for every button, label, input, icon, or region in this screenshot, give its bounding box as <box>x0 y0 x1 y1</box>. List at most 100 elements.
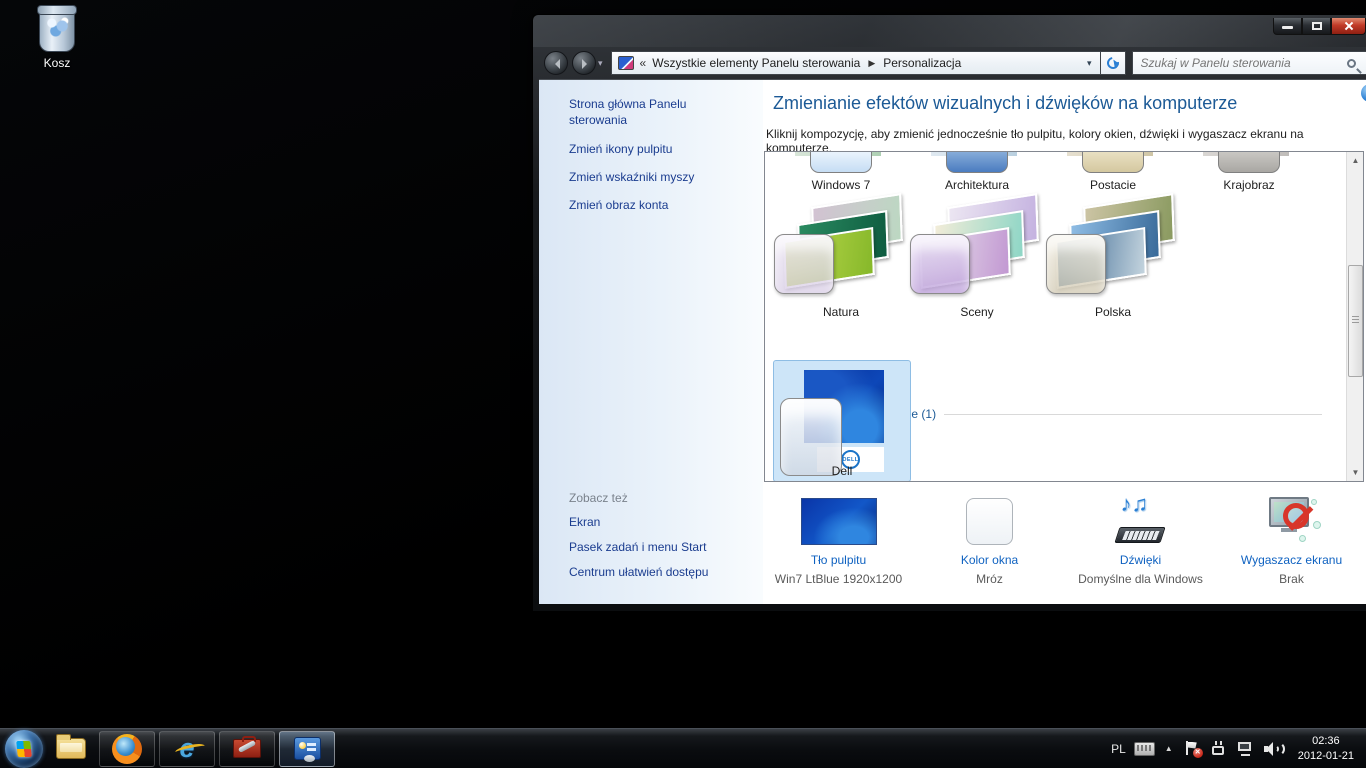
taskbar-explorer-button[interactable] <box>47 731 95 767</box>
action-center-error-badge: ✕ <box>1193 748 1203 758</box>
sidebar-item-display[interactable]: Ekran <box>539 515 763 529</box>
screensaver-link[interactable]: Wygaszacz ekranu <box>1216 553 1366 567</box>
window-client-area: Strona główna Panelu sterowania Zmień ik… <box>539 79 1366 604</box>
theme-label: Natura <box>773 305 909 319</box>
window-color-icon[interactable] <box>966 498 1013 545</box>
navigation-bar: ▾ « Wszystkie elementy Panelu sterowania… <box>533 47 1366 79</box>
start-button[interactable] <box>5 730 43 768</box>
breadcrumb-root[interactable]: Wszystkie elementy Panelu sterowania <box>652 56 860 70</box>
keyboard-layout-icon[interactable] <box>1134 742 1155 756</box>
sounds-value: Domyślne dla Windows <box>1065 572 1216 586</box>
sidebar-item-ease-of-access[interactable]: Centrum ułatwień dostępu <box>539 565 763 579</box>
desktop-background-icon[interactable] <box>801 498 877 545</box>
theme-list-scrollbar[interactable]: ▲ ▼ <box>1346 152 1363 481</box>
volume-icon[interactable] <box>1264 741 1284 757</box>
theme-thumbnail-polska <box>1048 200 1178 300</box>
theme-item[interactable]: Sceny <box>909 200 1045 319</box>
theme-label: Architektura <box>909 178 1045 192</box>
maximize-button[interactable] <box>1302 18 1331 35</box>
theme-item[interactable]: Polska <box>1045 200 1181 319</box>
theme-thumbnail-windows7 <box>810 152 872 173</box>
clock-date: 2012-01-21 <box>1298 749 1354 764</box>
screensaver-icon[interactable] <box>1265 495 1319 545</box>
sounds-link[interactable]: Dźwięki <box>1065 553 1216 567</box>
show-hidden-icons-button[interactable]: ▲ <box>1165 744 1173 753</box>
firefox-icon <box>112 734 142 764</box>
setting-screensaver: Wygaszacz ekranu Brak <box>1216 495 1366 586</box>
scroll-down-button[interactable]: ▼ <box>1347 464 1364 481</box>
internet-explorer-icon: e <box>179 733 194 764</box>
taskbar-toolbox-button[interactable] <box>219 731 275 767</box>
forward-button[interactable] <box>572 51 596 75</box>
theme-settings-row: Tło pulpitu Win7 LtBlue 1920x1200 Kolor … <box>763 495 1366 586</box>
sidebar: Strona główna Panelu sterowania Zmień ik… <box>539 80 763 604</box>
none-prohibited-icon <box>1283 503 1309 529</box>
breadcrumb-overflow[interactable]: « <box>640 56 647 70</box>
see-also-header: Zobacz też <box>539 491 763 505</box>
maximize-icon <box>1312 22 1322 30</box>
theme-thumbnail-krajobraz <box>1218 152 1280 173</box>
forward-icon <box>582 59 592 69</box>
sidebar-item-change-mouse-pointers[interactable]: Zmień wskaźniki myszy <box>539 170 763 184</box>
personalization-icon <box>618 56 634 70</box>
sidebar-item-taskbar-start-menu[interactable]: Pasek zadań i menu Start <box>539 540 763 554</box>
desktop: Kosz ▾ « Wszystkie elementy Panelu stero… <box>0 0 1366 768</box>
theme-thumbnail-natura <box>776 200 906 300</box>
sidebar-item-change-account-picture[interactable]: Zmień obraz konta <box>539 198 763 212</box>
taskbar-control-panel-button-active[interactable] <box>279 731 335 767</box>
scroll-up-button[interactable]: ▲ <box>1347 152 1364 169</box>
recycle-bin[interactable]: Kosz <box>22 8 92 70</box>
theme-item[interactable]: Postacie <box>1045 152 1181 192</box>
setting-desktop-background: Tło pulpitu Win7 LtBlue 1920x1200 <box>763 495 914 586</box>
search-icon[interactable] <box>1347 59 1356 68</box>
music-notes-icon: ♪♫ <box>1121 491 1149 517</box>
breadcrumb-current[interactable]: Personalizacja <box>883 56 961 70</box>
taskbar-internet-explorer-button[interactable]: e <box>159 731 215 767</box>
power-icon[interactable] <box>1211 741 1226 756</box>
minimize-button[interactable] <box>1273 18 1302 35</box>
action-center-icon[interactable]: ✕ <box>1185 741 1201 757</box>
theme-item-dell-selected[interactable]: DELL Dell <box>773 360 911 482</box>
taskbar-firefox-button[interactable] <box>99 731 155 767</box>
scrollbar-thumb[interactable] <box>1348 265 1363 377</box>
language-indicator[interactable]: PL <box>1111 742 1126 756</box>
system-tray: PL ▲ ✕ 02:36 2012-01-21 <box>1111 729 1366 768</box>
window-color-value: Mróz <box>914 572 1065 586</box>
theme-item[interactable]: Natura <box>773 200 909 319</box>
sidebar-item-change-desktop-icons[interactable]: Zmień ikony pulpitu <box>539 142 763 156</box>
sounds-icon[interactable]: ♪♫ <box>1115 495 1167 545</box>
back-icon <box>550 59 560 69</box>
refresh-button[interactable] <box>1101 51 1126 75</box>
back-button[interactable] <box>544 51 568 75</box>
taskbar: e PL ▲ ✕ 02:36 2012-01-21 <box>0 728 1366 768</box>
theme-thumbnail-postacie <box>1082 152 1144 173</box>
page-title: Zmienianie efektów wizualnych i dźwięków… <box>773 93 1237 114</box>
taskbar-clock[interactable]: 02:36 2012-01-21 <box>1298 734 1354 764</box>
close-button[interactable] <box>1331 18 1366 35</box>
theme-thumbnail-sceny <box>912 200 1042 300</box>
theme-label: Windows 7 <box>773 178 909 192</box>
address-bar[interactable]: « Wszystkie elementy Panelu sterowania ▶… <box>611 51 1101 75</box>
help-icon[interactable]: ? <box>1361 84 1366 102</box>
theme-label: Krajobraz <box>1181 178 1317 192</box>
theme-item[interactable]: Krajobraz <box>1181 152 1317 192</box>
address-dropdown-icon[interactable]: ▾ <box>1087 58 1092 69</box>
search-input[interactable] <box>1133 56 1347 70</box>
recent-pages-dropdown[interactable]: ▾ <box>598 58 603 69</box>
theme-item[interactable]: Windows 7 <box>773 152 909 192</box>
theme-item[interactable]: Architektura <box>909 152 1045 192</box>
window-color-link[interactable]: Kolor okna <box>914 553 1065 567</box>
explorer-folder-icon <box>56 738 86 759</box>
setting-sounds: ♪♫ Dźwięki Domyślne dla Windows <box>1065 495 1216 586</box>
theme-list: Windows 7 Architektura Postacie Kra <box>764 151 1364 482</box>
title-bar[interactable] <box>533 15 1366 47</box>
sidebar-item-control-panel-home[interactable]: Strona główna Panelu sterowania <box>539 96 719 128</box>
theme-label: Sceny <box>909 305 1045 319</box>
refresh-icon <box>1104 55 1121 72</box>
desktop-background-link[interactable]: Tło pulpitu <box>763 553 914 567</box>
theme-thumbnail-architektura <box>946 152 1008 173</box>
recycle-bin-label: Kosz <box>22 56 92 70</box>
breadcrumb-arrow-icon: ▶ <box>868 58 875 69</box>
control-panel-icon <box>294 737 321 760</box>
network-icon[interactable] <box>1236 741 1254 756</box>
